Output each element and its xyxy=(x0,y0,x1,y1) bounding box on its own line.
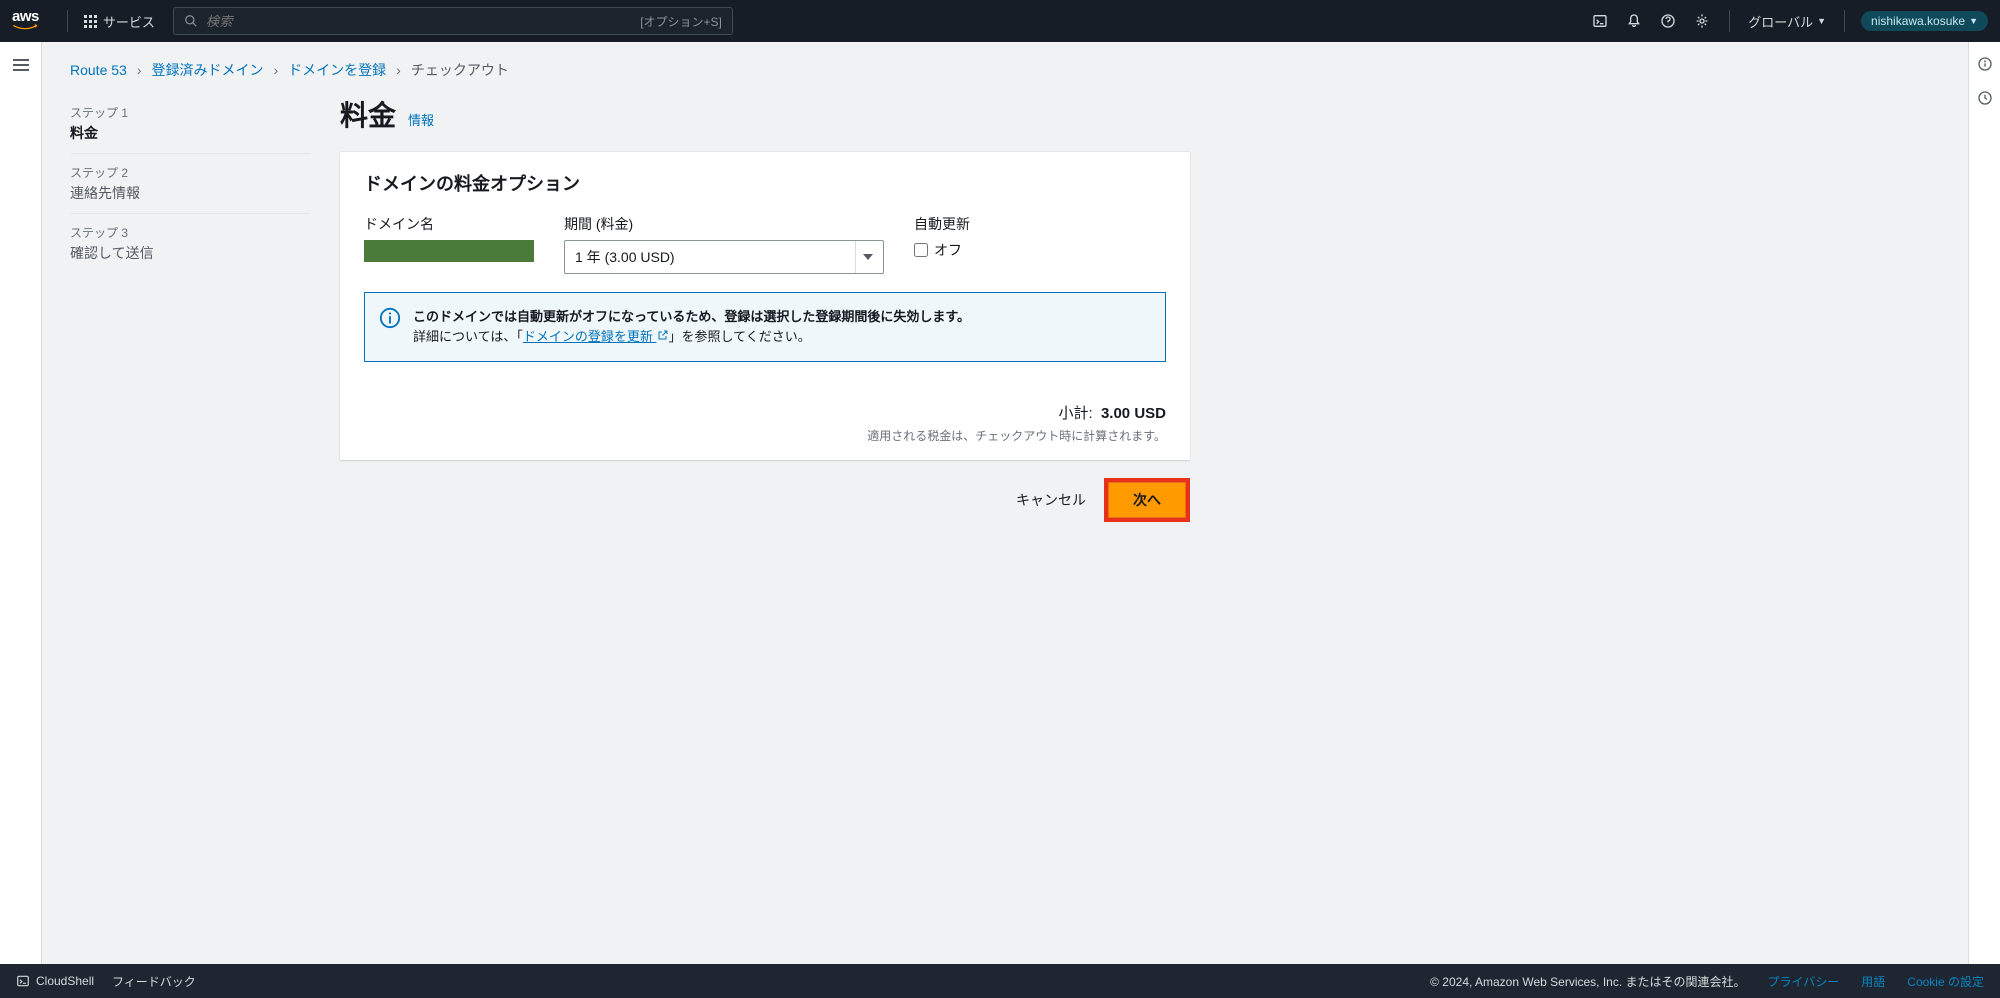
user-menu[interactable]: nishikawa.kosuke▼ xyxy=(1861,11,1988,31)
privacy-link[interactable]: プライバシー xyxy=(1768,973,1840,990)
page-title: 料金 xyxy=(340,94,396,134)
nav-divider xyxy=(1729,10,1730,32)
wizard-step-pricing[interactable]: ステップ 1 料金 xyxy=(70,94,310,154)
breadcrumb: Route 53 › 登録済みドメイン › ドメインを登録 › チェックアウト xyxy=(70,60,1940,80)
grid-icon xyxy=(84,15,97,28)
wizard-step-review[interactable]: ステップ 3 確認して送信 xyxy=(70,214,310,273)
region-selector[interactable]: グローバル▼ xyxy=(1740,12,1834,31)
wizard-nav: ステップ 1 料金 ステップ 2 連絡先情報 ステップ 3 確認して送信 xyxy=(70,94,310,522)
breadcrumb-route53[interactable]: Route 53 xyxy=(70,62,127,78)
totals: 小計: 3.00 USD 適用される税金は、チェックアウト時に計算されます。 xyxy=(340,386,1190,460)
cookie-settings-link[interactable]: Cookie の設定 xyxy=(1907,973,1984,990)
help-icon[interactable] xyxy=(1651,6,1685,36)
wizard-step-contact[interactable]: ステップ 2 連絡先情報 xyxy=(70,154,310,214)
chevron-right-icon: › xyxy=(137,62,142,78)
action-buttons: キャンセル 次へ xyxy=(340,478,1190,522)
chevron-right-icon: › xyxy=(274,62,279,78)
settings-icon[interactable] xyxy=(1685,6,1719,36)
cloudshell-button[interactable]: CloudShell xyxy=(16,974,94,988)
domain-name-redacted xyxy=(364,240,534,262)
subtotal-value: 3.00 USD xyxy=(1101,405,1166,422)
nav-search-box[interactable]: [オプション+S] xyxy=(173,7,733,35)
breadcrumb-register-domain[interactable]: ドメインを登録 xyxy=(288,60,386,80)
feedback-link[interactable]: フィードバック xyxy=(112,973,196,990)
info-panel-icon[interactable] xyxy=(1977,56,1993,72)
aws-logo[interactable]: aws xyxy=(12,10,39,32)
tax-note: 適用される税金は、チェックアウト時に計算されます。 xyxy=(364,427,1166,444)
notifications-icon[interactable] xyxy=(1617,6,1651,36)
pricing-panel: ドメインの料金オプション ドメイン名 期間 (料金) 1 年 (3.00 USD… xyxy=(340,152,1190,460)
subtotal-label: 小計: xyxy=(1058,405,1092,422)
domain-name-field: ドメイン名 xyxy=(364,214,534,274)
terms-link[interactable]: 用語 xyxy=(1861,973,1885,990)
autorenew-checkbox[interactable] xyxy=(914,243,928,257)
period-field: 期間 (料金) 1 年 (3.00 USD) xyxy=(564,214,884,274)
autorenew-off-label: オフ xyxy=(934,240,962,260)
nav-divider xyxy=(67,10,68,32)
next-button[interactable]: 次へ xyxy=(1108,482,1186,518)
top-nav: aws サービス [オプション+S] グローバル▼ nishikawa.kosu… xyxy=(0,0,2000,42)
chevron-down-icon xyxy=(863,254,873,260)
menu-toggle-icon[interactable] xyxy=(13,56,29,74)
info-link[interactable]: 情報 xyxy=(408,110,434,129)
nav-search-input[interactable] xyxy=(206,14,586,29)
services-label: サービス xyxy=(103,12,155,31)
left-collapse-bar xyxy=(0,42,42,964)
recent-icon[interactable] xyxy=(1977,90,1993,106)
alert-detail: 詳細については、「ドメインの登録を更新 」を参照してください。 xyxy=(413,327,970,347)
period-select[interactable]: 1 年 (3.00 USD) xyxy=(564,240,884,274)
external-link-icon xyxy=(657,327,669,347)
chevron-right-icon: › xyxy=(396,62,401,78)
search-icon xyxy=(184,14,198,28)
cloudshell-icon[interactable] xyxy=(1583,6,1617,36)
footer: CloudShell フィードバック © 2024, Amazon Web Se… xyxy=(0,964,2000,998)
next-button-highlight: 次へ xyxy=(1104,478,1190,522)
panel-header: ドメインの料金オプション xyxy=(340,152,1190,196)
breadcrumb-current: チェックアウト xyxy=(411,60,509,80)
alert-title: このドメインでは自動更新がオフになっているため、登録は選択した登録期間後に失効し… xyxy=(413,307,970,327)
autorenew-field: 自動更新 オフ xyxy=(914,214,970,274)
right-rail xyxy=(1968,42,2000,964)
copyright: © 2024, Amazon Web Services, Inc. またはその関… xyxy=(1430,973,1745,990)
info-alert: このドメインでは自動更新がオフになっているため、登録は選択した登録期間後に失効し… xyxy=(364,292,1166,362)
search-hint: [オプション+S] xyxy=(640,13,722,30)
breadcrumb-registered-domains[interactable]: 登録済みドメイン xyxy=(152,60,264,80)
nav-divider xyxy=(1844,10,1845,32)
info-icon xyxy=(379,307,401,347)
services-menu-button[interactable]: サービス xyxy=(78,8,161,35)
cancel-button[interactable]: キャンセル xyxy=(1012,484,1090,516)
renew-registration-link[interactable]: ドメインの登録を更新 xyxy=(523,329,669,344)
